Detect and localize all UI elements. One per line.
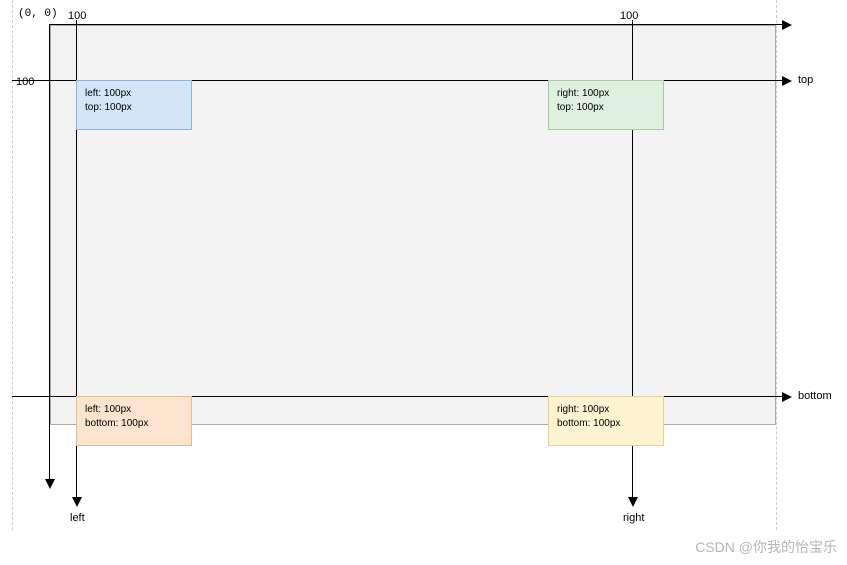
box-bottom-right: right: 100px bottom: 100px <box>548 396 664 446</box>
box-text-line: top: 100px <box>85 101 183 115</box>
box-top-left: left: 100px top: 100px <box>76 80 192 130</box>
box-text-line: bottom: 100px <box>557 417 655 431</box>
box-text-line: right: 100px <box>557 403 655 417</box>
watermark-text: CSDN @你我的怡宝乐 <box>695 537 837 557</box>
box-text-line: bottom: 100px <box>85 417 183 431</box>
box-text-line: right: 100px <box>557 87 655 101</box>
x-axis-arrowhead-icon <box>782 20 792 30</box>
left-guide-arrowhead-icon <box>72 497 82 507</box>
axis-label-right: right <box>623 512 644 524</box>
box-top-right: right: 100px top: 100px <box>548 80 664 130</box>
y-axis-line <box>49 24 50 480</box>
bottom-guide-arrowhead-icon <box>782 392 792 402</box>
box-text-line: left: 100px <box>85 87 183 101</box>
tick-label-top-left: 100 <box>68 10 86 22</box>
axis-label-bottom: bottom <box>798 390 832 402</box>
y-axis-arrowhead-icon <box>45 479 55 489</box>
right-guide-arrowhead-icon <box>628 497 638 507</box>
tick-label-top-right: 100 <box>620 10 638 22</box>
box-text-line: left: 100px <box>85 403 183 417</box>
top-guide-arrowhead-icon <box>782 76 792 86</box>
axis-label-left: left <box>70 512 85 524</box>
box-bottom-left: left: 100px bottom: 100px <box>76 396 192 446</box>
x-axis-line <box>49 24 783 25</box>
tick-label-left-side: 100 <box>16 76 34 88</box>
axis-label-top: top <box>798 74 813 86</box>
box-text-line: top: 100px <box>557 101 655 115</box>
origin-label: (0, 0) <box>18 8 58 20</box>
